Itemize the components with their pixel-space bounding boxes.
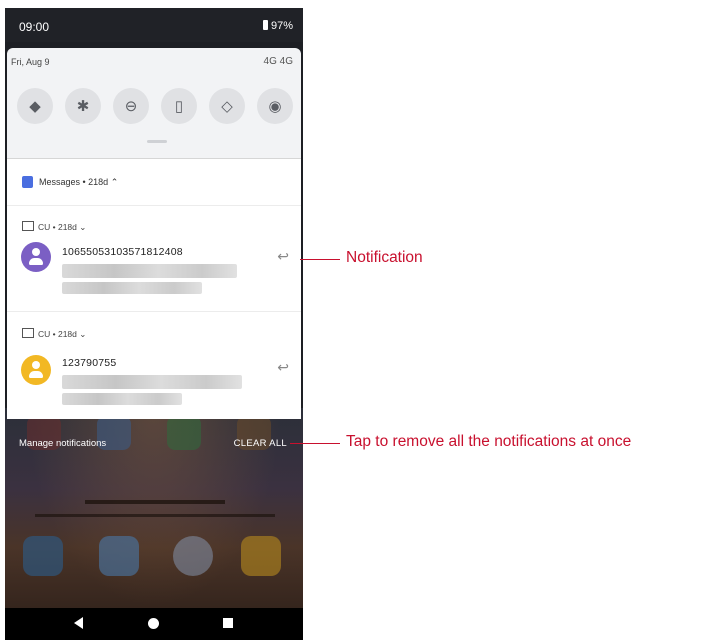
qs-expand-handle[interactable] [147,140,167,143]
do-not-disturb-icon: ⊖ [124,98,138,115]
group-label: Messages • 218d ⌃ [39,177,119,187]
bluetooth-icon: ✱ [76,98,90,115]
notification-actions: Manage notifications CLEAR ALL [5,436,303,458]
status-bar: 09:00 97% [5,8,303,42]
qs-date: Fri, Aug 9 [11,57,50,67]
bluetooth-tile[interactable]: ✱ [65,88,101,124]
back-icon[interactable] [74,617,83,629]
wifi-tile[interactable]: ◆ [17,88,53,124]
quick-settings-panel: Fri, Aug 9 4G 4G ◆ ✱ ⊖ ▯ ◇ ◉ [7,48,301,158]
notification-source-label: CU • 218d ⌄ [38,329,87,339]
clear-all-callout: Tap to remove all the notifications at o… [346,433,632,450]
dock-messages-icon [99,536,139,576]
notification-source: CU • 218d ⌄ [22,328,86,340]
home-icon[interactable] [148,618,159,629]
dock-browser-icon [173,536,213,576]
messages-app-icon [22,176,33,188]
battery-indicator: 97% [262,20,293,32]
manage-notifications-button[interactable]: Manage notifications [19,438,106,449]
contact-avatar [21,242,51,272]
flashlight-tile[interactable]: ▯ [161,88,197,124]
phone-screen: 09:00 97% Fri, Aug 9 4G 4G ◆ ✱ ⊖ ▯ ◇ ◉ M… [5,8,303,640]
reply-icon[interactable]: ↩ [277,248,289,265]
navigation-bar [5,608,303,640]
wallpaper-detail [85,500,225,504]
notification-sender: 10655053103571812408 [62,246,183,258]
contact-avatar [21,355,51,385]
message-icon [22,221,34,231]
notification-text-blurred [62,264,237,278]
clear-all-button[interactable]: CLEAR ALL [234,438,287,449]
notification-text-blurred [62,282,202,294]
auto-rotate-icon: ◇ [221,98,233,115]
divider [7,311,301,312]
hotspot-tile[interactable]: ◉ [257,88,293,124]
message-icon [22,328,34,338]
hotspot-icon: ◉ [268,98,282,115]
battery-icon [262,20,268,30]
notification-panel: Messages • 218d ⌃ CU • 218d ⌄ 1065505310… [7,158,301,419]
dock-camera-icon [241,536,281,576]
wifi-icon: ◆ [29,98,41,115]
reply-icon[interactable]: ↩ [277,359,289,376]
status-time: 09:00 [19,20,50,34]
dock-phone-icon [23,536,63,576]
notification-text-blurred [62,393,182,405]
notification-source-label: CU • 218d ⌄ [38,222,87,232]
notification-callout-line [300,259,340,260]
wallpaper-detail [35,514,275,517]
notification-item[interactable]: CU • 218d ⌄ 10655053103571812408 ↩ [7,206,301,310]
notification-callout: Notification [346,249,423,266]
do-not-disturb-tile[interactable]: ⊖ [113,88,149,124]
auto-rotate-tile[interactable]: ◇ [209,88,245,124]
flashlight-icon: ▯ [174,98,184,115]
notification-group-header[interactable]: Messages • 218d ⌃ [7,159,301,206]
notification-text-blurred [62,375,242,389]
clear-all-callout-line [290,443,340,444]
battery-level: 97% [270,20,293,32]
signal-indicator: 4G 4G [263,56,293,67]
notification-source: CU • 218d ⌄ [22,221,86,233]
notification-sender: 123790755 [62,357,117,369]
notification-item[interactable]: CU • 218d ⌄ 123790755 ↩ [7,313,301,417]
recents-icon[interactable] [223,618,233,628]
